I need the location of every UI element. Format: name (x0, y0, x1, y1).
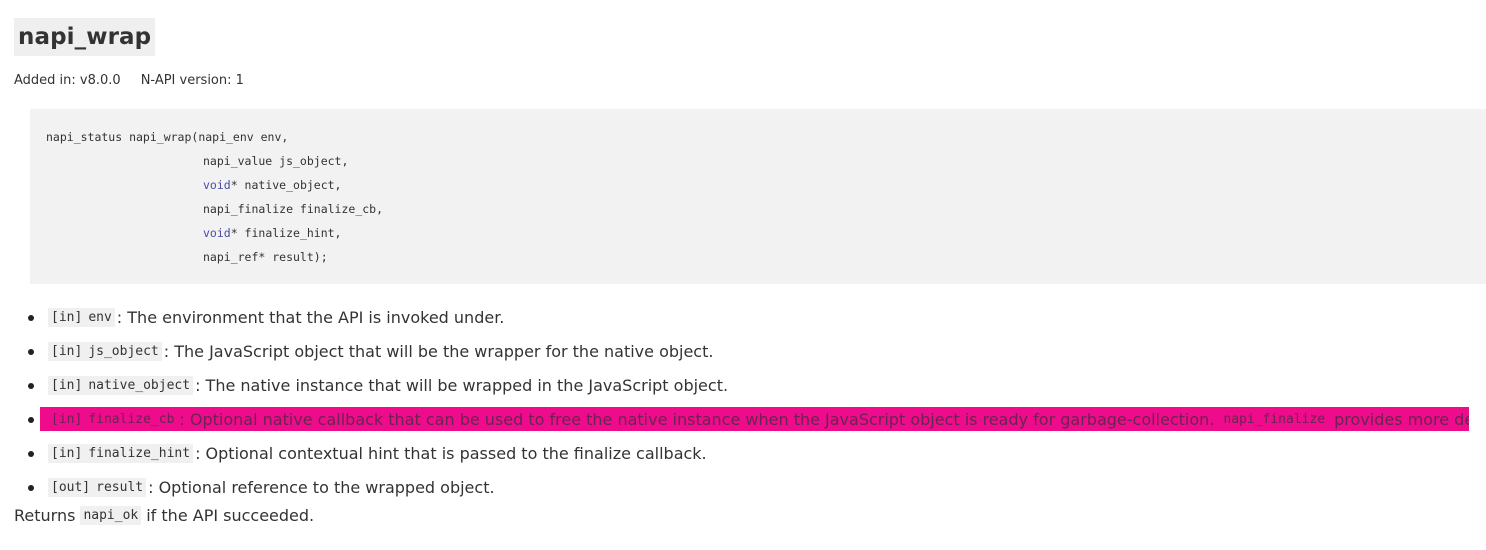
heading-container: napi_wrap (14, 18, 156, 56)
code-line: void* native_object, (46, 177, 1470, 201)
page-title: napi_wrap (18, 24, 152, 50)
param-direction: [in] (48, 443, 86, 463)
code-text: * native_object, (230, 178, 342, 192)
code-text: napi_finalize finalize_cb, (203, 202, 384, 216)
parameter-list: [in] env: The environment that the API is… (0, 300, 1486, 504)
code-text: napi_value js_object, (203, 154, 349, 168)
highlight-bar: [in] finalize_cb: Optional native callbac… (40, 407, 1469, 431)
param-name: js_object (85, 341, 162, 361)
param-name: result (93, 477, 147, 497)
version-meta: Added in: v8.0.0 N-API version: 1 (14, 73, 244, 88)
param-description-tail: provides more details. (1334, 409, 1469, 429)
bullet-icon (28, 451, 34, 457)
bullet-icon (28, 383, 34, 389)
returns-suffix: if the API succeeded. (146, 506, 315, 525)
param-direction: [in] (51, 411, 83, 427)
code-text: * finalize_hint, (230, 226, 342, 240)
napi-finalize-link[interactable]: napi_finalize (1220, 410, 1328, 429)
param-description: : The environment that the API is invoke… (116, 307, 505, 327)
code-line: void* finalize_hint, (46, 225, 1470, 249)
napi-version-label: N-API version: 1 (140, 73, 244, 88)
list-item: [out] result: Optional reference to the w… (0, 470, 1486, 504)
bullet-icon (28, 417, 34, 423)
code-keyword: void (203, 226, 231, 240)
param-description: : Optional reference to the wrapped obje… (148, 477, 495, 497)
bullet-icon (28, 349, 34, 355)
param-direction: [out] (48, 477, 94, 497)
param-name: native_object (85, 375, 194, 395)
param-name: finalize_hint (85, 443, 194, 463)
list-item: [in] native_object: The native instance t… (0, 368, 1486, 402)
param-direction: [in] (48, 307, 86, 327)
list-item: [in] finalize_hint: Optional contextual h… (0, 436, 1486, 470)
param-description: : Optional contextual hint that is passe… (195, 443, 707, 463)
list-item-highlighted: [in] finalize_cb: Optional native callbac… (0, 402, 1486, 436)
added-in-label: Added in: v8.0.0 (14, 73, 121, 88)
param-direction: [in] (48, 341, 86, 361)
code-line: napi_value js_object, (46, 153, 1470, 177)
param-name: finalize_cb (88, 411, 175, 427)
code-text: napi_ref* result); (203, 250, 328, 264)
returns-code: napi_ok (80, 506, 142, 525)
list-item: [in] js_object: The JavaScript object tha… (0, 334, 1486, 368)
returns-prefix: Returns (14, 506, 76, 525)
bullet-icon (28, 315, 34, 321)
param-name: env (85, 307, 115, 327)
code-line: napi_finalize finalize_cb, (46, 201, 1470, 225)
code-block: napi_status napi_wrap(napi_env env, napi… (30, 109, 1486, 284)
bullet-icon (28, 485, 34, 491)
code-text: napi_status napi_wrap(napi_env env, (46, 130, 289, 144)
param-direction: [in] (48, 375, 86, 395)
code-line: napi_status napi_wrap(napi_env env, (46, 129, 1470, 153)
code-keyword: void (203, 178, 231, 192)
param-description: : The native instance that will be wrapp… (195, 375, 729, 395)
list-item: [in] env: The environment that the API is… (0, 300, 1486, 334)
returns-paragraph: Returns napi_ok if the API succeeded. (14, 506, 314, 525)
code-line: napi_ref* result); (46, 249, 1470, 273)
param-description: : Optional native callback that can be u… (179, 409, 1215, 429)
param-description: : The JavaScript object that will be the… (163, 341, 714, 361)
